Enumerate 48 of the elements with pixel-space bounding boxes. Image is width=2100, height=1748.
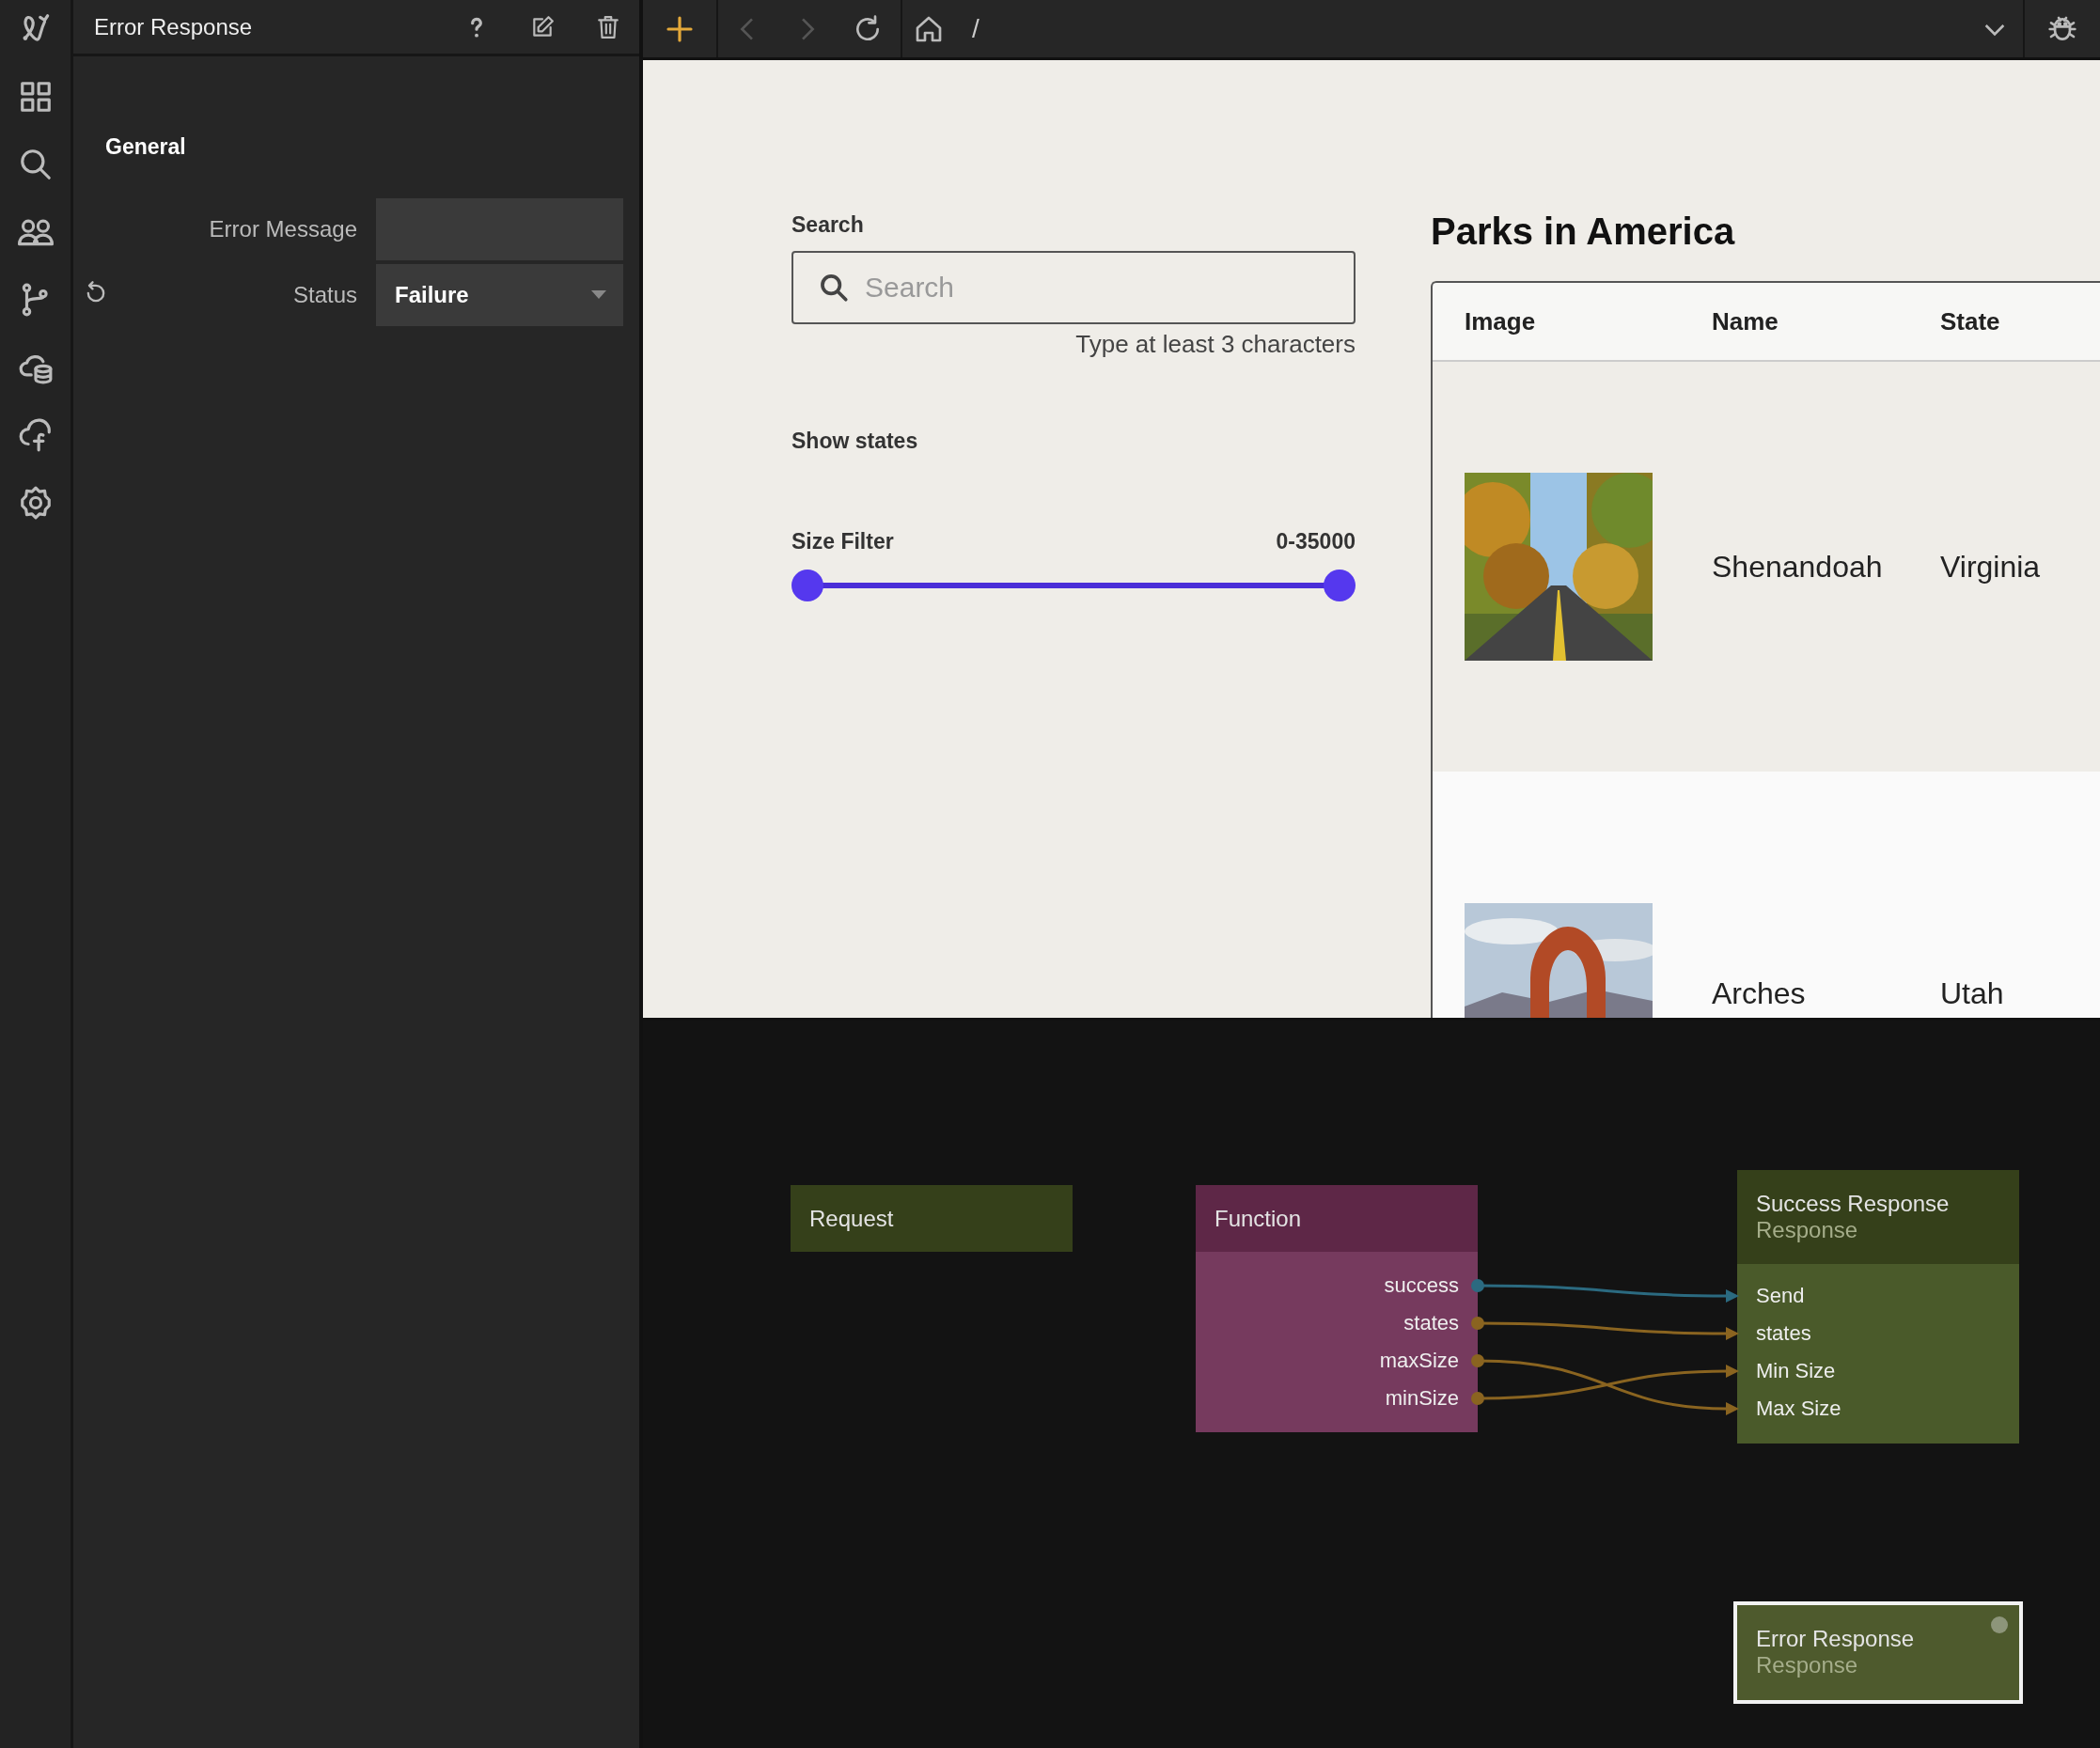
range-slider[interactable] [791,570,1356,601]
port-label: success [1384,1273,1459,1298]
connector[interactable] [1471,1365,1739,1405]
table-cell: Arches [1712,976,1806,1011]
request-node[interactable]: Request [791,1185,1073,1252]
port-label: Max Size [1756,1397,1841,1421]
column-header: Image [1465,306,1536,336]
port-label: states [1403,1311,1459,1335]
search-icon [818,272,850,304]
connector[interactable] [1471,1279,1739,1303]
node-title: Function [1215,1205,1302,1232]
slider-thumb[interactable] [1324,570,1356,601]
table-cell: Shenandoah [1712,549,1883,585]
port-label: minSize [1385,1386,1459,1411]
panel-title: Error Response [94,13,254,40]
slider-reading: 0-35000 [1276,529,1356,554]
column-header: State [1940,306,2000,336]
status-dot [1991,1616,2008,1633]
node-title: Request [809,1205,894,1232]
node-subtitle: Response [1756,1217,1858,1243]
node-title: Success Response [1756,1191,1950,1217]
status-dropdown[interactable]: Failure [376,264,623,326]
node-subtitle: Response [1756,1652,1858,1678]
section-heading: General [105,134,186,160]
slider-thumb[interactable] [791,570,823,601]
table-cell: Virginia [1940,549,2041,585]
search-field[interactable]: Search [791,251,1356,324]
field-label: Status [292,282,358,308]
connector[interactable] [1471,1354,1739,1415]
port-label: Send [1756,1284,1805,1308]
table-cell: Utah [1940,976,2004,1011]
node-title: Error Response [1756,1626,1915,1652]
toggle-label: Show states [791,429,918,454]
slider-label: Size Filter [791,529,894,554]
helper-text: Type at least 3 characters [1075,330,1356,359]
port-label: states [1756,1321,1811,1346]
column-header: Name [1712,306,1779,336]
port-label: maxSize [1379,1349,1459,1373]
port-label: Min Size [1756,1359,1836,1383]
table-title: Parks in America [1431,211,1735,253]
edit-icon[interactable] [530,14,555,39]
url-path[interactable]: / [972,13,979,44]
field-label: Search [791,212,864,238]
cloud-function-icon[interactable] [17,417,54,453]
field-label: Error Message [209,216,358,242]
trash-icon[interactable] [596,14,620,39]
connector[interactable] [1471,1317,1739,1340]
caret-icon [591,290,606,300]
